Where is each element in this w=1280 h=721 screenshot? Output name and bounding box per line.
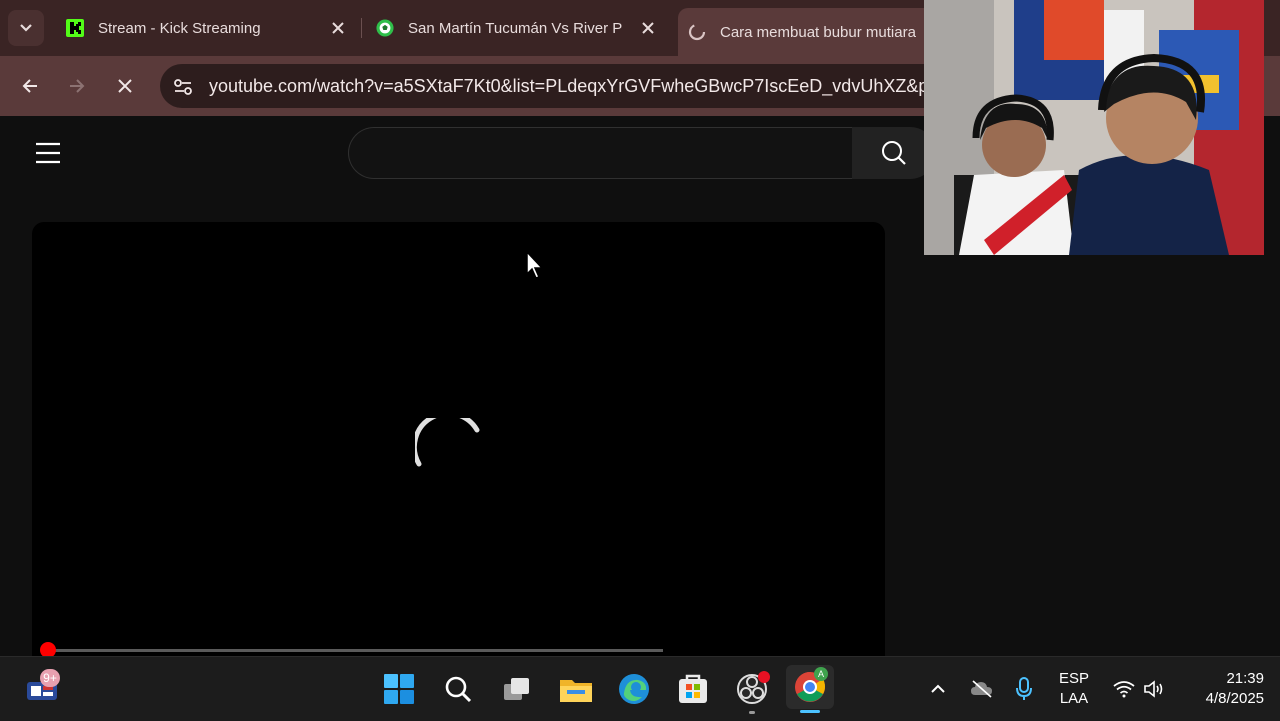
tab-title: Cara membuat bubur mutiara (720, 23, 916, 41)
obs-button[interactable] (734, 671, 770, 714)
task-view-icon (504, 678, 529, 700)
chrome-button[interactable]: A (786, 665, 834, 713)
store-icon (679, 674, 707, 703)
arrow-left-icon (22, 79, 37, 93)
stop-loading-button[interactable] (109, 70, 141, 102)
file-explorer-icon (560, 680, 592, 702)
webcam-overlay (924, 0, 1264, 255)
tab-match[interactable]: San Martín Tucumán Vs River P (366, 8, 666, 48)
profile-badge: A (814, 667, 828, 681)
kick-icon (66, 19, 84, 37)
keyboard-layout: LAA (1059, 690, 1089, 707)
clock-button[interactable]: 21:39 4/8/2025 (1180, 669, 1264, 709)
chevron-up-icon (931, 684, 945, 693)
microphone-icon (1016, 677, 1032, 700)
webcam-feed-image (924, 0, 1264, 255)
input-language-button[interactable]: ESP LAA (1052, 669, 1096, 709)
task-view-button[interactable] (499, 671, 535, 707)
tab-title: San Martín Tucumán Vs River P (408, 19, 623, 37)
tab-youtube[interactable]: Cara membuat bubur mutiara (678, 8, 938, 56)
quick-settings-button[interactable] (1108, 671, 1172, 707)
chevron-down-icon (20, 24, 32, 32)
recording-indicator (758, 671, 770, 683)
taskbar-search-button[interactable] (440, 671, 476, 707)
wifi-icon (1113, 681, 1135, 698)
active-indicator (800, 710, 820, 713)
running-indicator (749, 711, 755, 714)
arrow-right-icon (70, 79, 85, 93)
windows-start-icon (384, 674, 414, 704)
tab-separator (361, 18, 362, 38)
hamburger-menu-icon (36, 142, 60, 164)
onedrive-button[interactable] (964, 671, 1000, 707)
volume-icon (1144, 680, 1163, 698)
clock-time: 21:39 (1226, 670, 1264, 687)
loading-icon (688, 23, 706, 41)
close-tab-icon[interactable] (638, 18, 658, 38)
language-code: ESP (1058, 670, 1089, 687)
tab-title: Stream - Kick Streaming (98, 19, 261, 37)
edge-button[interactable] (616, 671, 652, 707)
search-icon (445, 676, 472, 703)
guide-menu-button[interactable] (34, 140, 62, 166)
store-button[interactable] (675, 671, 711, 707)
site-settings-icon[interactable] (172, 76, 194, 98)
search-input[interactable] (348, 127, 852, 179)
file-explorer-button[interactable] (558, 671, 594, 707)
tab-search-button[interactable] (8, 10, 44, 46)
video-player[interactable] (32, 222, 885, 662)
cloud-offline-icon (971, 680, 992, 698)
close-icon (118, 79, 132, 93)
show-hidden-icons-button[interactable] (920, 671, 956, 707)
taskbar: 9+ A ESP LAA 21:39 4/8/2025 (0, 656, 1280, 721)
widgets-button[interactable]: 9+ (24, 669, 60, 707)
address-bar[interactable]: youtube.com/watch?v=a5SXtaF7Kt0&list=PLd… (160, 64, 960, 108)
loading-spinner-icon (415, 418, 480, 467)
search-icon (882, 141, 906, 165)
edge-icon (619, 674, 649, 704)
close-tab-icon[interactable] (328, 18, 348, 38)
forward-button[interactable] (61, 70, 93, 102)
tab-kick[interactable]: Stream - Kick Streaming (56, 8, 356, 48)
progress-bar[interactable] (48, 649, 663, 652)
back-button[interactable] (14, 70, 46, 102)
notification-badge: 9+ (40, 669, 60, 687)
clock-date: 4/8/2025 (1205, 690, 1264, 707)
microphone-button[interactable] (1006, 671, 1042, 707)
mouse-cursor-icon (526, 250, 544, 279)
soccer-ball-icon (376, 19, 394, 37)
start-button[interactable] (381, 671, 417, 707)
url-text[interactable]: youtube.com/watch?v=a5SXtaF7Kt0&list=PLd… (209, 76, 928, 97)
